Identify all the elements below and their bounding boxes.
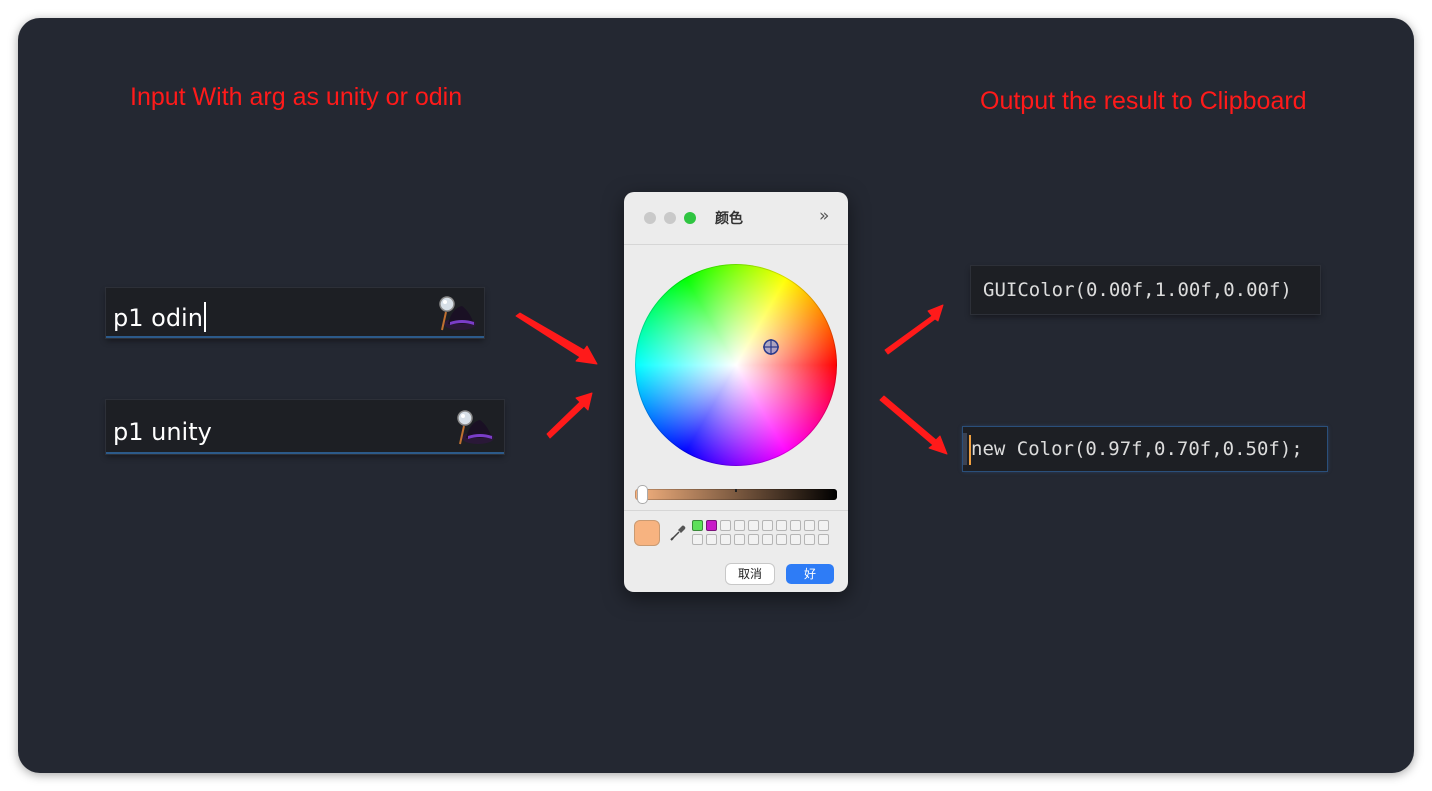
search-field[interactable]: p1 unity	[106, 400, 504, 454]
double-chevron-right-icon[interactable]: »	[819, 206, 829, 226]
crosshair-icon[interactable]	[762, 338, 780, 356]
swatch[interactable]	[804, 534, 815, 545]
zoom-button[interactable]	[684, 212, 696, 224]
alfred-hat-icon	[457, 410, 494, 445]
title-bar: 颜色 »	[624, 192, 848, 245]
odin-output-text: GUIColor(0.00f,1.00f,0.00f)	[983, 279, 1292, 301]
search-input-text[interactable]: p1 unity	[113, 418, 212, 446]
minimize-button[interactable]	[664, 212, 676, 224]
swatch[interactable]	[692, 520, 703, 531]
text-caret	[203, 302, 206, 332]
color-picker-window: 颜色 » 取消 好	[624, 192, 848, 592]
slider-thumb[interactable]	[638, 486, 647, 503]
swatch[interactable]	[734, 520, 745, 531]
color-wheel[interactable]	[635, 264, 837, 466]
current-color-swatch[interactable]	[635, 521, 659, 545]
ok-button[interactable]: 好	[786, 564, 834, 584]
swatch[interactable]	[706, 520, 717, 531]
swatch[interactable]	[790, 520, 801, 531]
search-input-text[interactable]: p1 odin	[113, 302, 206, 332]
swatch[interactable]	[734, 534, 745, 545]
window-title: 颜色	[715, 211, 743, 227]
swatch[interactable]	[818, 534, 829, 545]
output-caption: Output the result to Clipboard	[980, 87, 1307, 115]
swatch[interactable]	[790, 534, 801, 545]
swatch[interactable]	[818, 520, 829, 531]
swatch[interactable]	[776, 534, 787, 545]
editor-gutter	[963, 433, 967, 465]
swatch[interactable]	[692, 534, 703, 545]
swatch[interactable]	[748, 534, 759, 545]
swatch[interactable]	[720, 520, 731, 531]
close-button[interactable]	[644, 212, 656, 224]
swatch-grid[interactable]	[692, 520, 832, 548]
odin-output-box: GUIColor(0.00f,1.00f,0.00f)	[971, 266, 1320, 314]
input-caption: Input With arg as unity or odin	[130, 83, 463, 111]
swatch[interactable]	[748, 520, 759, 531]
launcher-odin[interactable]: p1 odin	[106, 288, 484, 338]
divider	[624, 510, 848, 511]
swatch[interactable]	[706, 534, 717, 545]
search-field[interactable]: p1 odin	[106, 288, 484, 338]
swatch[interactable]	[762, 534, 773, 545]
swatch[interactable]	[776, 520, 787, 531]
field-underline	[106, 452, 504, 454]
swatch[interactable]	[804, 520, 815, 531]
swatch[interactable]	[762, 520, 773, 531]
swatch[interactable]	[720, 534, 731, 545]
slider-tick	[735, 489, 737, 492]
launcher-unity[interactable]: p1 unity	[106, 400, 504, 454]
eyedropper-icon[interactable]	[669, 524, 687, 542]
field-underline	[106, 336, 484, 338]
alfred-hat-icon	[439, 296, 476, 331]
cancel-button[interactable]: 取消	[726, 564, 774, 584]
unity-output-text[interactable]: new Color(0.97f,0.70f,0.50f);	[963, 438, 1303, 460]
text-caret	[969, 435, 971, 465]
unity-output-box[interactable]: new Color(0.97f,0.70f,0.50f);	[963, 427, 1327, 471]
